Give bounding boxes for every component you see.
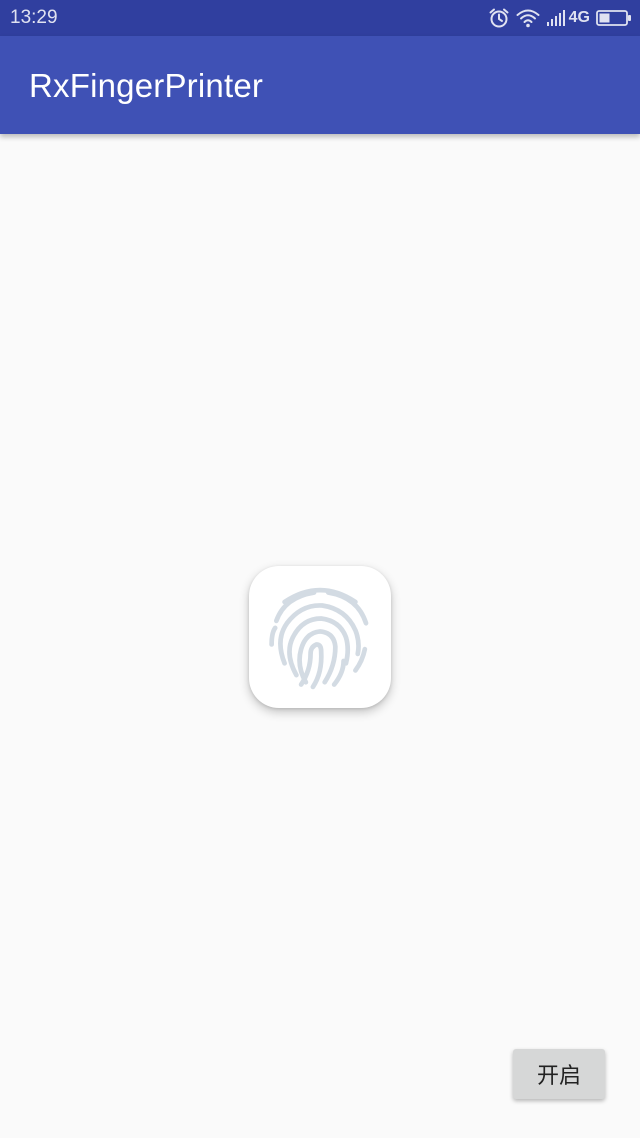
status-bar: 13:29 4G (0, 0, 640, 36)
app-screen: 13:29 4G RxFingerPrinter 开启 (0, 0, 640, 1138)
app-bar: RxFingerPrinter (0, 36, 640, 134)
app-title: RxFingerPrinter (29, 67, 264, 104)
alarm-icon (488, 7, 510, 29)
signal-icon (546, 9, 566, 27)
wifi-icon (516, 8, 540, 28)
status-time: 13:29 (10, 7, 58, 28)
status-icons: 4G (488, 6, 632, 30)
open-button[interactable]: 开启 (513, 1049, 605, 1099)
network-label: 4G (568, 9, 590, 26)
battery-icon (596, 9, 632, 27)
fingerprint-card[interactable] (249, 566, 391, 708)
fingerprint-icon (261, 576, 379, 698)
